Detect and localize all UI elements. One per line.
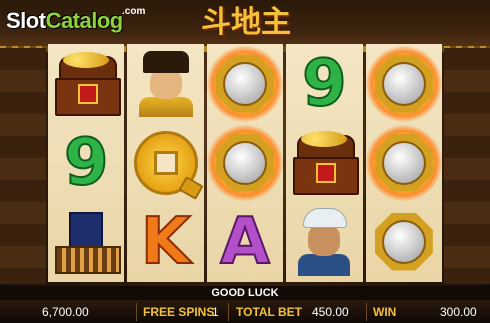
free-spins-label: FREE SPINS: [143, 305, 215, 319]
symbol-bagua-mirror-fire: [207, 123, 284, 202]
turban-man-icon: [294, 207, 354, 276]
symbol-bagua-mirror-fire: [207, 44, 284, 123]
balance-value: 6,700.00: [42, 305, 89, 319]
bagua-mirror-fire-icon: [365, 45, 442, 122]
symbol-treasure-chest: [286, 123, 362, 202]
bagua-mirror-fire-icon: [365, 124, 442, 201]
a-symbol: A: [219, 204, 271, 279]
brand-name-a: Slot: [6, 8, 46, 33]
slotcatalog-logo: SlotCatalog: [6, 8, 123, 34]
game-stage: SlotCatalog .com 斗地主 9 K A 9 GOOD LUCK 6…: [0, 0, 490, 323]
reel-2: K: [127, 44, 204, 282]
treasure-chest-icon: [293, 130, 360, 195]
bagua-mirror-fire-icon: [207, 124, 284, 201]
treasure-chest-icon: [55, 51, 122, 116]
right-pillar: [444, 48, 490, 284]
nine-symbol: 9: [301, 46, 348, 121]
brand-suffix: .com: [122, 6, 146, 17]
reel-5: [365, 44, 443, 282]
symbol-bagua-mirror: [366, 202, 442, 281]
message-banner: GOOD LUCK: [0, 286, 490, 300]
total-bet-value: 450.00: [312, 305, 349, 319]
status-bar: 6,700.00 FREE SPINS 1 TOTAL BET 450.00 W…: [0, 300, 490, 323]
abacus-book-icon: [55, 211, 122, 274]
free-spins-value: 1: [212, 305, 219, 319]
symbol-gold-coin: [127, 123, 204, 202]
reel-grid: 9 K A 9: [48, 44, 443, 282]
nine-symbol: 9: [63, 125, 110, 200]
divider: [228, 303, 229, 321]
reel-4: 9: [286, 44, 363, 282]
divider: [136, 303, 137, 321]
reel-1: 9: [48, 44, 125, 282]
win-label: WIN: [373, 305, 397, 319]
symbol-orange-k: K: [127, 202, 203, 281]
symbol-purple-a: A: [207, 202, 283, 281]
symbol-abacus-book: [48, 202, 124, 281]
symbol-bagua-mirror-fire: [365, 44, 442, 123]
k-symbol: K: [140, 204, 192, 279]
win-value: 300.00: [440, 305, 477, 319]
symbol-treasure-chest: [48, 44, 124, 123]
total-bet-label: TOTAL BET: [236, 305, 302, 319]
reel-3: A: [206, 44, 284, 282]
symbol-green-9: 9: [286, 44, 362, 123]
divider: [366, 303, 367, 321]
symbol-green-9: 9: [48, 123, 124, 202]
symbol-emperor: [127, 44, 203, 123]
bagua-mirror-fire-icon: [207, 45, 284, 122]
emperor-icon: [137, 50, 195, 117]
game-logo: 斗地主: [201, 5, 291, 40]
symbol-turban-man: [286, 202, 362, 281]
gold-coin-q-icon: [133, 130, 204, 200]
left-pillar: [0, 48, 46, 284]
symbol-bagua-mirror-fire: [365, 123, 442, 202]
bagua-mirror-icon: [366, 204, 442, 280]
brand-name-b: Catalog: [45, 8, 124, 33]
